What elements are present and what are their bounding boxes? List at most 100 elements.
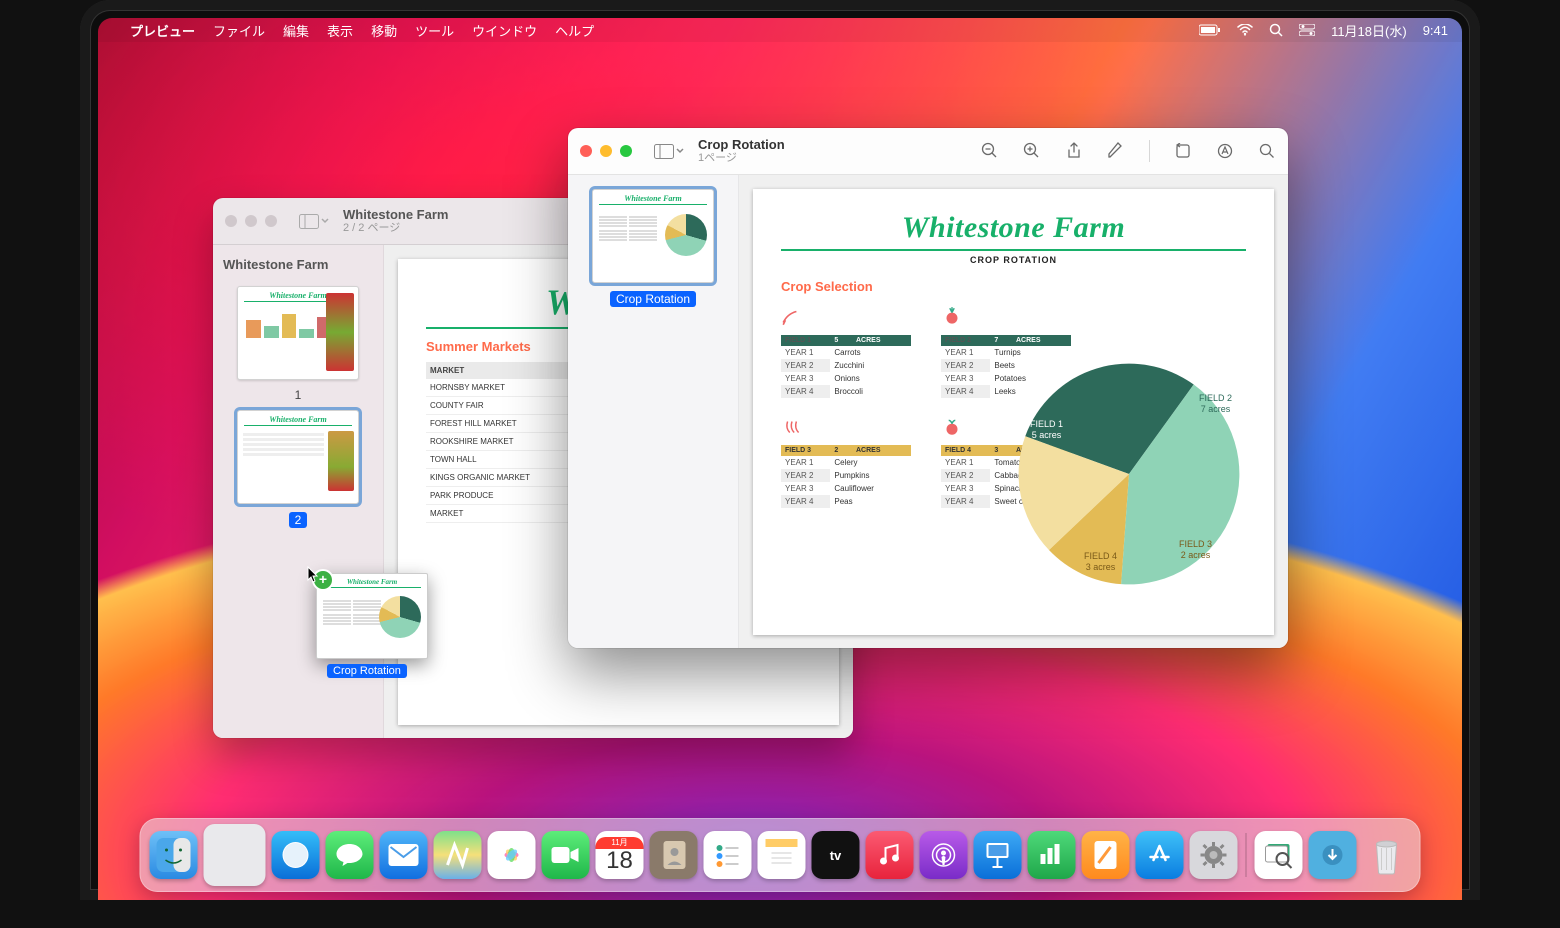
sidebar-toggle[interactable] bbox=[654, 144, 684, 159]
dock-folder-downloads[interactable] bbox=[1309, 831, 1357, 879]
rotate-icon[interactable] bbox=[1174, 142, 1192, 160]
mini-photo bbox=[326, 293, 354, 371]
section-heading: Crop Selection bbox=[781, 279, 1246, 294]
drag-label: Crop Rotation bbox=[327, 664, 407, 678]
dock-app-launchpad[interactable] bbox=[204, 824, 266, 886]
highlight-icon[interactable] bbox=[1216, 142, 1234, 160]
thumbnail-label: Crop Rotation bbox=[610, 291, 696, 307]
laptop-bezel: プレビュー ファイル 編集 表示 移動 ツール ウインドウ ヘルプ 11月18日… bbox=[80, 0, 1480, 900]
menubar-date[interactable]: 11月18日(水) bbox=[1331, 21, 1407, 40]
dock-app-calendar[interactable]: 11月18 bbox=[596, 831, 644, 879]
menu-file[interactable]: ファイル bbox=[213, 21, 265, 40]
zoom-in-icon[interactable] bbox=[1023, 142, 1041, 160]
dock-app-maps[interactable] bbox=[434, 831, 482, 879]
mini-title: Whitestone Farm bbox=[593, 194, 713, 203]
preview-window-front[interactable]: Crop Rotation 1ページ Whitestone Farm Crop … bbox=[568, 128, 1288, 648]
doc-subtitle: CROP ROTATION bbox=[781, 255, 1246, 265]
dock-trash[interactable] bbox=[1363, 831, 1411, 879]
dock-app-mail[interactable] bbox=[380, 831, 428, 879]
wifi-icon[interactable] bbox=[1237, 24, 1253, 36]
sidebar-toggle[interactable] bbox=[299, 214, 329, 229]
toolbar bbox=[981, 140, 1276, 162]
dock[interactable]: 11月18 tv bbox=[140, 818, 1421, 892]
dock-app-photos[interactable] bbox=[488, 831, 536, 879]
dock-app-contacts[interactable] bbox=[650, 831, 698, 879]
mini-photo bbox=[328, 431, 354, 491]
field-table: FIELD 32ACRESYEAR 1CeleryYEAR 2PumpkinsY… bbox=[781, 416, 911, 508]
pie-label-field3: FIELD 32 acres bbox=[1179, 539, 1212, 561]
dock-app-pages[interactable] bbox=[1082, 831, 1130, 879]
dock-app-notes[interactable] bbox=[758, 831, 806, 879]
dock-app-music[interactable] bbox=[866, 831, 914, 879]
chevron-down-icon bbox=[676, 148, 684, 154]
spotlight-icon[interactable] bbox=[1269, 23, 1283, 37]
thumbnail-page-1[interactable]: Whitestone Farm bbox=[592, 189, 714, 283]
menubar: プレビュー ファイル 編集 表示 移動 ツール ウインドウ ヘルプ 11月18日… bbox=[98, 18, 1462, 42]
dock-app-preview[interactable] bbox=[1255, 831, 1303, 879]
titlebar[interactable]: Crop Rotation 1ページ bbox=[568, 128, 1288, 175]
vegetable-icon bbox=[941, 416, 963, 438]
window-title: Whitestone Farm bbox=[343, 208, 448, 222]
traffic-lights[interactable] bbox=[580, 145, 632, 157]
minimize-button[interactable] bbox=[600, 145, 612, 157]
window-title-block: Crop Rotation 1ページ bbox=[698, 138, 785, 164]
window-subtitle: 2 / 2 ページ bbox=[343, 222, 448, 234]
dock-app-reminders[interactable] bbox=[704, 831, 752, 879]
vegetable-icon bbox=[781, 306, 803, 328]
vegetable-icon bbox=[941, 306, 963, 328]
acreage-pie-chart: FIELD 15 acres FIELD 27 acres FIELD 32 a… bbox=[1014, 359, 1244, 589]
dock-app-tv[interactable]: tv bbox=[812, 831, 860, 879]
thumbnail-sidebar[interactable]: Whitestone Farm Crop Rotation bbox=[568, 175, 739, 648]
mini-pie-icon bbox=[379, 596, 421, 638]
dock-app-messages[interactable] bbox=[326, 831, 374, 879]
thumbnail-label: 2 bbox=[289, 512, 308, 528]
menu-edit[interactable]: 編集 bbox=[283, 21, 309, 40]
toolbar-separator bbox=[1149, 140, 1150, 162]
share-icon[interactable] bbox=[1065, 142, 1083, 160]
minimize-button[interactable] bbox=[245, 215, 257, 227]
menu-view[interactable]: 表示 bbox=[327, 21, 353, 40]
dock-app-system-preferences[interactable] bbox=[1190, 831, 1238, 879]
field-table: FIELD 15ACRESYEAR 1CarrotsYEAR 2Zucchini… bbox=[781, 306, 911, 398]
app-menu[interactable]: プレビュー bbox=[130, 21, 195, 40]
battery-icon[interactable] bbox=[1199, 24, 1221, 36]
markup-icon[interactable] bbox=[1107, 142, 1125, 160]
menu-go[interactable]: 移動 bbox=[371, 21, 397, 40]
pie-label-field2: FIELD 27 acres bbox=[1199, 393, 1232, 415]
traffic-lights[interactable] bbox=[225, 215, 277, 227]
dock-app-facetime[interactable] bbox=[542, 831, 590, 879]
zoom-out-icon[interactable] bbox=[981, 142, 999, 160]
dock-app-keynote[interactable] bbox=[974, 831, 1022, 879]
pie-label-field1: FIELD 15 acres bbox=[1030, 419, 1063, 441]
window-title-block: Whitestone Farm 2 / 2 ページ bbox=[343, 208, 448, 234]
dock-divider bbox=[1246, 833, 1247, 877]
menubar-time[interactable]: 9:41 bbox=[1423, 23, 1448, 38]
dock-app-podcasts[interactable] bbox=[920, 831, 968, 879]
control-center-icon[interactable] bbox=[1299, 24, 1315, 36]
dock-app-appstore[interactable] bbox=[1136, 831, 1184, 879]
dragged-thumbnail[interactable]: + Whitestone Farm Crop Rotation bbox=[316, 573, 428, 659]
search-icon[interactable] bbox=[1258, 142, 1276, 160]
zoom-button[interactable] bbox=[265, 215, 277, 227]
document-viewport[interactable]: Whitestone Farm CROP ROTATION Crop Selec… bbox=[739, 175, 1288, 648]
thumbnail-page-1[interactable]: Whitestone Farm bbox=[237, 286, 359, 380]
dock-app-finder[interactable] bbox=[150, 831, 198, 879]
pie-label-field4: FIELD 43 acres bbox=[1084, 551, 1117, 573]
cursor-icon bbox=[307, 566, 321, 584]
close-button[interactable] bbox=[225, 215, 237, 227]
mini-pie-icon bbox=[665, 214, 707, 256]
zoom-button[interactable] bbox=[620, 145, 632, 157]
mini-title: Whitestone Farm bbox=[238, 415, 358, 424]
screen: プレビュー ファイル 編集 表示 移動 ツール ウインドウ ヘルプ 11月18日… bbox=[98, 18, 1462, 900]
menu-tools[interactable]: ツール bbox=[415, 21, 454, 40]
close-button[interactable] bbox=[580, 145, 592, 157]
calendar-day: 18 bbox=[606, 849, 633, 873]
thumbnail-label: 1 bbox=[295, 388, 302, 402]
menu-window[interactable]: ウインドウ bbox=[472, 21, 537, 40]
mini-tables bbox=[323, 600, 381, 626]
thumbnail-page-2[interactable]: Whitestone Farm bbox=[237, 410, 359, 504]
document-page: Whitestone Farm CROP ROTATION Crop Selec… bbox=[753, 189, 1274, 635]
menu-help[interactable]: ヘルプ bbox=[555, 21, 594, 40]
dock-app-safari[interactable] bbox=[272, 831, 320, 879]
dock-app-numbers[interactable] bbox=[1028, 831, 1076, 879]
